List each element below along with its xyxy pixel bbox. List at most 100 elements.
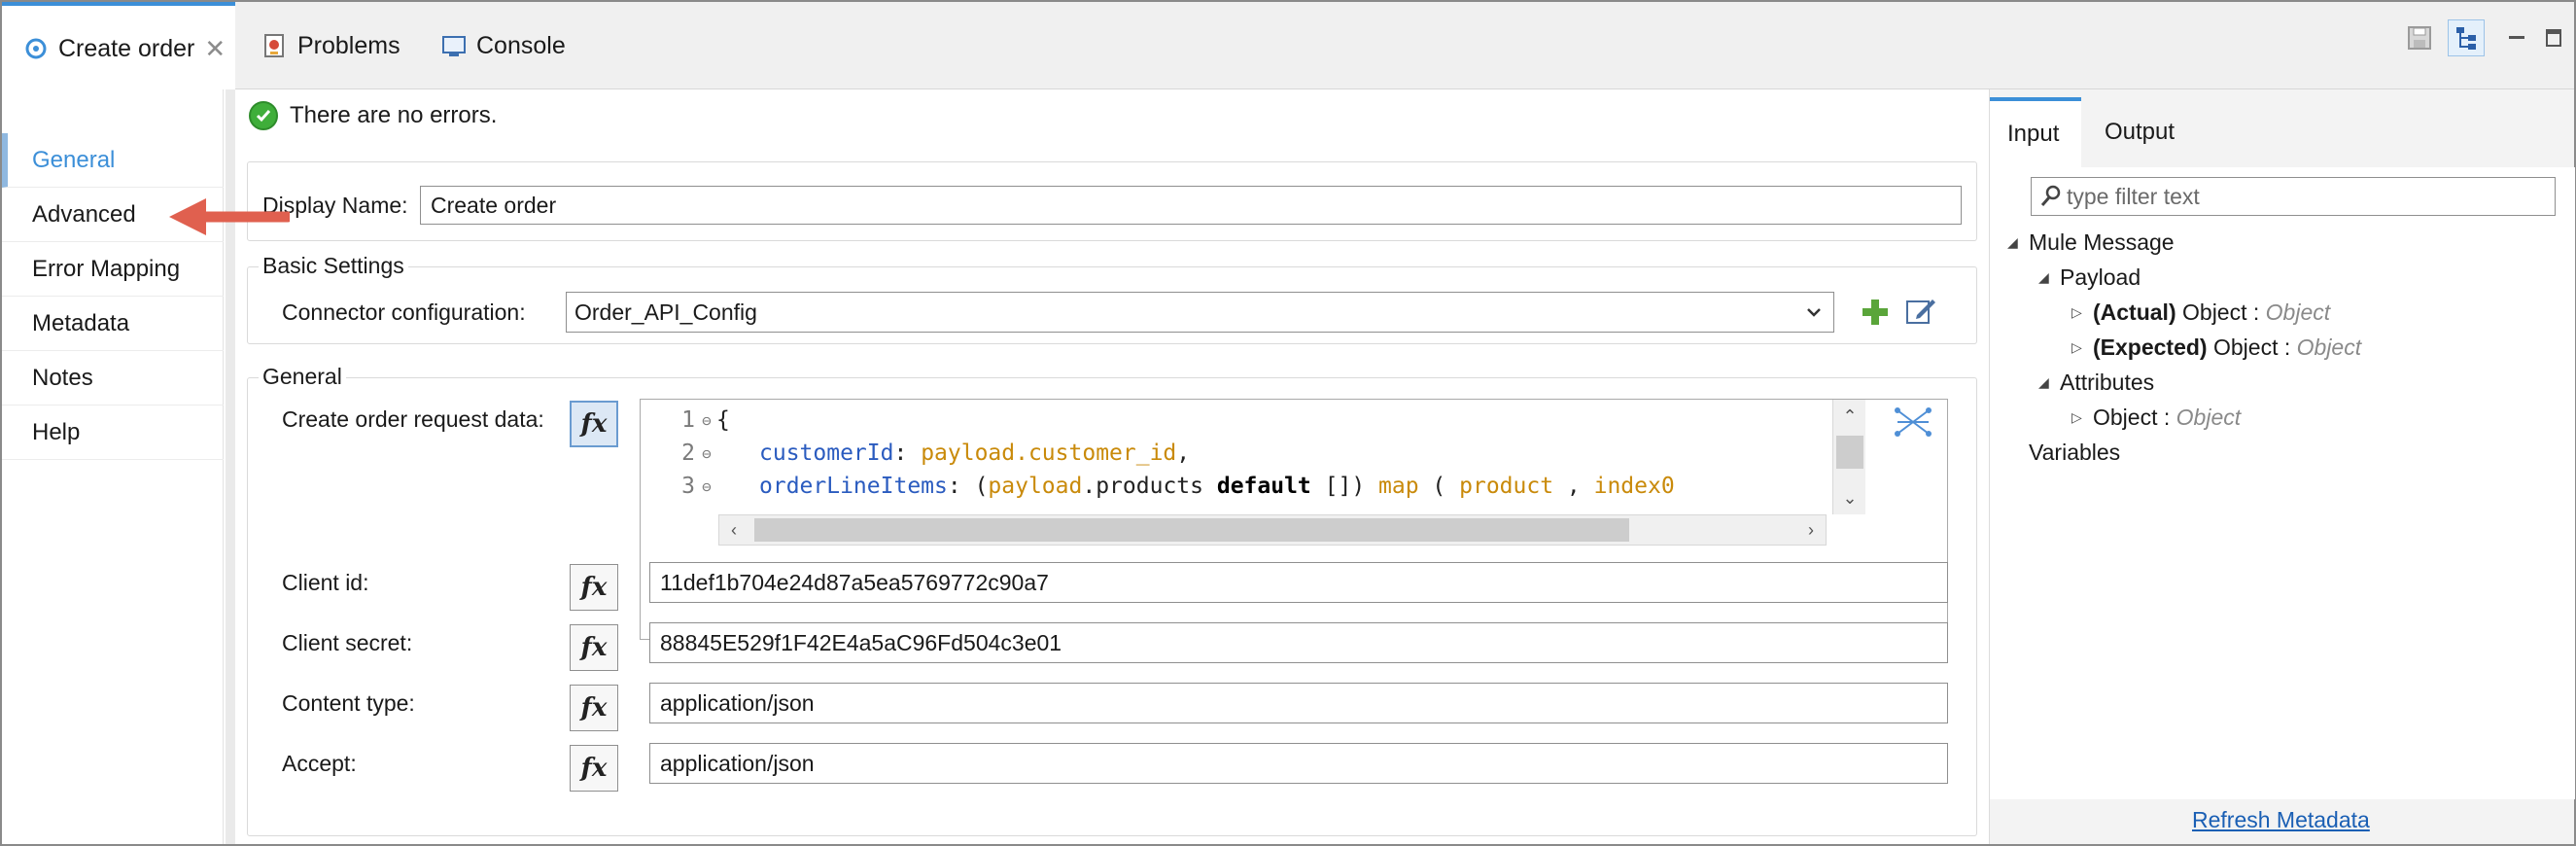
expanded-triangle-icon[interactable]: ◢: [2038, 269, 2060, 286]
tree-type: Object: [2265, 299, 2331, 325]
tree-label: Variables: [2029, 439, 2121, 465]
fx-toggle-content-type[interactable]: fx: [570, 685, 618, 731]
scroll-left-icon[interactable]: ‹: [719, 515, 748, 545]
code-text: (: [1418, 474, 1460, 499]
tree-type: Object: [2296, 334, 2362, 360]
collapsed-triangle-icon[interactable]: ▷: [2071, 304, 2093, 321]
content-type-field[interactable]: application/json: [649, 683, 1948, 723]
nav-item-metadata[interactable]: Metadata: [2, 297, 224, 351]
maximize-icon[interactable]: [2535, 19, 2572, 56]
line-number: 1: [681, 407, 695, 433]
scroll-right-icon[interactable]: ›: [1796, 515, 1826, 545]
code-payload: index0: [1593, 474, 1675, 499]
status-bar: There are no errors.: [249, 101, 497, 130]
accept-label: Accept:: [282, 751, 357, 776]
tree-label: Object :: [2207, 334, 2297, 360]
connector-config-label: Connector configuration:: [282, 300, 526, 325]
tab-output[interactable]: Output: [2087, 97, 2192, 167]
fx-toggle-request[interactable]: fx: [570, 401, 618, 447]
fx-toggle-client-id[interactable]: fx: [570, 564, 618, 611]
tab-label: Output: [2105, 119, 2176, 145]
metadata-body: type filter text ◢ Mule Message ◢ Payloa…: [1990, 167, 2575, 799]
tree-node-payload[interactable]: ◢ Payload: [2038, 261, 2141, 294]
nav-item-notes[interactable]: Notes: [2, 351, 224, 405]
tab-create-order[interactable]: Create order ✕: [2, 2, 235, 91]
search-icon: [2039, 184, 2063, 215]
tree-node-attr-object[interactable]: ▷ Object : Object: [2071, 401, 2241, 434]
close-icon[interactable]: ✕: [204, 34, 226, 64]
display-name-field[interactable]: Create order: [420, 186, 1962, 225]
editor-tab-bar: Create order ✕ Problems Console: [2, 2, 2574, 91]
hierarchy-icon[interactable]: [2448, 19, 2485, 56]
nav-label: Notes: [32, 364, 93, 391]
code-text: ,: [1553, 474, 1594, 499]
console-icon: [441, 33, 467, 58]
request-data-label: Create order request data:: [282, 406, 544, 432]
connector-config-value: Order_API_Config: [574, 299, 757, 325]
tree-node-variables[interactable]: Variables: [2029, 436, 2120, 469]
scroll-up-icon[interactable]: ⌃: [1835, 402, 1864, 431]
tab-problems[interactable]: Problems: [262, 2, 400, 89]
scroll-down-icon[interactable]: ⌄: [1835, 483, 1864, 512]
add-icon[interactable]: [1859, 296, 1892, 329]
tree-label: Object :: [2176, 299, 2266, 325]
content-type-label: Content type:: [282, 690, 415, 716]
fold-icon[interactable]: ⊖: [697, 411, 716, 430]
tab-label: Problems: [297, 31, 400, 59]
expanded-triangle-icon[interactable]: ◢: [2007, 234, 2029, 251]
expanded-triangle-icon[interactable]: ◢: [2038, 374, 2060, 391]
line-number: 3: [681, 474, 695, 499]
nav-item-error-mapping[interactable]: Error Mapping: [2, 242, 224, 297]
fx-toggle-accept[interactable]: fx: [570, 745, 618, 792]
fold-icon[interactable]: ⊖: [697, 477, 716, 496]
code-key: orderLineItems: [759, 474, 948, 499]
refresh-metadata-link[interactable]: Refresh Metadata: [2192, 807, 2370, 833]
metadata-tabs: Input Output: [1990, 97, 2575, 167]
collapsed-triangle-icon[interactable]: ▷: [2071, 339, 2093, 356]
connector-config-select[interactable]: Order_API_Config: [566, 292, 1834, 333]
code-payload: payload.customer_id: [921, 441, 1177, 466]
client-secret-label: Client secret:: [282, 630, 413, 655]
tree-node-attributes[interactable]: ◢ Attributes: [2038, 366, 2154, 399]
tree-label: Mule Message: [2029, 229, 2175, 255]
tree-node-expected[interactable]: ▷ (Expected) Object : Object: [2071, 331, 2361, 364]
nav-item-help[interactable]: Help: [2, 405, 224, 460]
line-number: 2: [681, 441, 695, 466]
filter-input[interactable]: type filter text: [2031, 177, 2556, 216]
code-text: : (: [947, 474, 989, 499]
code-text: []): [1310, 474, 1379, 499]
tree-node-actual[interactable]: ▷ (Actual) Object : Object: [2071, 296, 2330, 329]
nav-item-general[interactable]: General: [2, 133, 224, 188]
fold-icon[interactable]: ⊖: [697, 444, 716, 463]
collapsed-triangle-icon[interactable]: ▷: [2071, 409, 2093, 426]
tree-label: Attributes: [2060, 369, 2155, 395]
tab-input[interactable]: Input: [1990, 97, 2081, 167]
problems-icon: [262, 33, 288, 58]
editor-hscroll[interactable]: ‹ ›: [718, 514, 1827, 546]
code-text: :: [893, 441, 922, 466]
accept-field[interactable]: application/json: [649, 743, 1948, 784]
tree-node-mule-message[interactable]: ◢ Mule Message: [2007, 226, 2175, 259]
client-secret-field[interactable]: 88845E529f1F42E4a5aC96Fd504c3e01: [649, 622, 1948, 663]
code-editor[interactable]: 1 ⊖ { 2 ⊖ customerId : payload.customer_…: [640, 399, 1948, 640]
code-line: 2 ⊖ customerId : payload.customer_id ,: [641, 437, 1190, 470]
code-text: .products: [1082, 474, 1217, 499]
tab-console[interactable]: Console: [441, 2, 566, 89]
fx-toggle-client-secret[interactable]: fx: [570, 624, 618, 671]
tree-label: Payload: [2060, 264, 2141, 290]
nav-label: Advanced: [32, 200, 136, 228]
client-id-field[interactable]: 11def1b704e24d87a5ea5769772c90a7: [649, 562, 1948, 603]
nav-label: Metadata: [32, 309, 130, 336]
scroll-thumb[interactable]: [754, 518, 1629, 542]
editor-vscroll[interactable]: ⌃ ⌄: [1832, 400, 1865, 514]
tree-label: Object :: [2093, 404, 2176, 430]
mapping-icon[interactable]: [1894, 403, 1932, 441]
connector-icon: [23, 36, 49, 61]
chevron-down-icon: [1804, 301, 1824, 328]
nav-label: General: [32, 146, 116, 173]
scroll-thumb[interactable]: [1836, 436, 1863, 469]
minimize-icon[interactable]: [2498, 19, 2535, 56]
save-icon[interactable]: [2401, 19, 2438, 56]
code-payload: payload: [988, 474, 1083, 499]
edit-icon[interactable]: [1903, 294, 1938, 329]
